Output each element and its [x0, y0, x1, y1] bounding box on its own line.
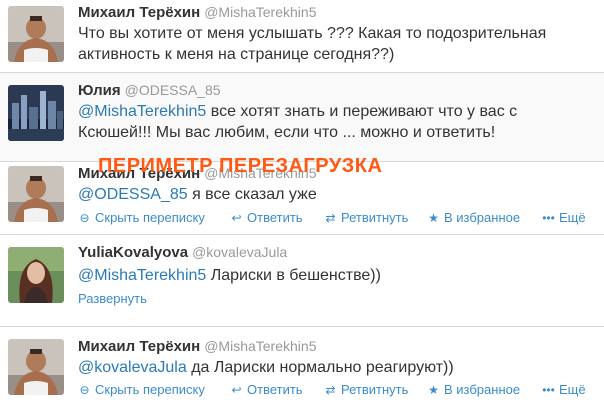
avatar-image-city	[8, 85, 64, 141]
mention-link[interactable]: @MishaTerekhin5	[78, 267, 206, 284]
collapse-icon: ⊖	[79, 383, 90, 397]
tweet-text-fragment: да Лариски нормально реагируют))	[186, 359, 454, 376]
mention-link[interactable]: @MishaTerekhin5	[78, 103, 206, 120]
reply-icon: ↩	[231, 211, 242, 225]
tweet-header: YuliaKovalyova @kovalevaJula	[78, 243, 287, 262]
tweet-text: @ODESSA_85 я все сказал уже	[78, 184, 598, 205]
retweet-button[interactable]: ⇄ Ретвитнуть	[324, 381, 408, 399]
tweet-item: YuliaKovalyova @kovalevaJula @MishaTerekh…	[0, 235, 604, 321]
favorite-button[interactable]: ★ В избранное	[427, 381, 520, 399]
hide-conversation-link[interactable]: ⊖ Скрыть переписку	[78, 209, 204, 227]
avatar-image-man	[8, 6, 64, 62]
tweet-item: Юлия @ODESSA_85 @MishaTerekhin5 все хотят…	[0, 73, 604, 161]
retweet-icon: ⇄	[325, 211, 336, 225]
collapse-icon: ⊖	[79, 211, 90, 225]
avatar-image-woman	[8, 247, 64, 303]
tweet-text-line: Что вы хотите от меня услышать ??? Какая…	[78, 25, 547, 42]
tweet-actions: ⊖ Скрыть переписку ↩ Ответить ⇄ Ретвитнуть …	[78, 381, 604, 399]
more-button[interactable]: ••• Ещё	[542, 209, 585, 227]
author-handle[interactable]: @MishaTerekhin5	[204, 4, 316, 20]
avatar[interactable]	[8, 85, 64, 141]
expand-link[interactable]: Развернуть	[78, 290, 147, 308]
tweet-header: Михаил Терёхин @MishaTerekhin5	[78, 337, 316, 356]
avatar[interactable]	[8, 166, 64, 222]
avatar[interactable]	[8, 247, 64, 303]
reply-icon: ↩	[231, 383, 242, 397]
mention-link[interactable]: @ODESSA_85	[78, 186, 188, 203]
tweet-actions: ⊖ Скрыть переписку ↩ Ответить ⇄ Ретвитнуть …	[78, 209, 604, 227]
author-name[interactable]: Михаил Терёхин	[78, 4, 200, 21]
retweet-icon: ⇄	[325, 383, 336, 397]
tweet-text: @MishaTerekhin5 Лариски в бешенстве))	[78, 265, 598, 286]
tweet-text-fragment: все хотят знать и переживают что у вас с	[206, 103, 518, 120]
tweet-item: Михаил Терёхин @MishaTerekhin5 Что вы хот…	[0, 0, 604, 70]
tweet-header: Михаил Терёхин @MishaTerekhin5	[78, 3, 316, 22]
author-name[interactable]: Юлия	[78, 82, 121, 99]
tweet-text: @kovalevaJula да Лариски нормально реаги…	[78, 357, 598, 378]
tweet-text: Что вы хотите от меня услышать ??? Какая…	[78, 23, 598, 65]
ellipsis-icon: •••	[542, 383, 555, 397]
star-icon: ★	[428, 211, 439, 225]
reply-button[interactable]: ↩ Ответить	[230, 209, 302, 227]
hide-conversation-link[interactable]: ⊖ Скрыть переписку	[78, 381, 204, 399]
tweet-text: @MishaTerekhin5 все хотят знать и пережи…	[78, 101, 598, 143]
retweet-button[interactable]: ⇄ Ретвитнуть	[324, 209, 408, 227]
tweet-text-line: активность к меня на странице сегодня??)	[78, 46, 395, 63]
tweet-text-fragment: я все сказал уже	[187, 186, 317, 203]
author-name[interactable]: YuliaKovalyova	[78, 244, 188, 261]
tweet-text-line: @MishaTerekhin5 все хотят знать и пережи…	[78, 101, 598, 122]
author-handle[interactable]: @kovalevaJula	[192, 244, 287, 260]
author-handle[interactable]: @ODESSA_85	[125, 82, 221, 98]
more-button[interactable]: ••• Ещё	[542, 381, 585, 399]
tweet-text-fragment: Лариски в бешенстве))	[206, 267, 381, 284]
tweet-item: Михаил Терёхин @MishaTerekhin5 @kovalevaJ…	[0, 327, 604, 409]
tweet-feed: Михаил Терёхин @MishaTerekhin5 Что вы хот…	[0, 0, 604, 409]
reply-button[interactable]: ↩ Ответить	[230, 381, 302, 399]
author-name[interactable]: Михаил Терёхин	[78, 338, 200, 355]
tweet-text-line: Ксюшей!!! Мы вас любим, если что ... мож…	[78, 124, 496, 141]
avatar[interactable]	[8, 6, 64, 62]
avatar-image-man	[8, 339, 64, 395]
tweet-header: Юлия @ODESSA_85	[78, 81, 221, 100]
favorite-button[interactable]: ★ В избранное	[427, 209, 520, 227]
ellipsis-icon: •••	[542, 211, 555, 225]
avatar[interactable]	[8, 339, 64, 395]
overlay-caption: ПЕРИМЕТР ПЕРЕЗАГРУЗКА	[98, 155, 383, 177]
star-icon: ★	[428, 383, 439, 397]
mention-link[interactable]: @kovalevaJula	[78, 359, 187, 376]
avatar-image-man	[8, 166, 64, 222]
author-handle[interactable]: @MishaTerekhin5	[204, 338, 316, 354]
